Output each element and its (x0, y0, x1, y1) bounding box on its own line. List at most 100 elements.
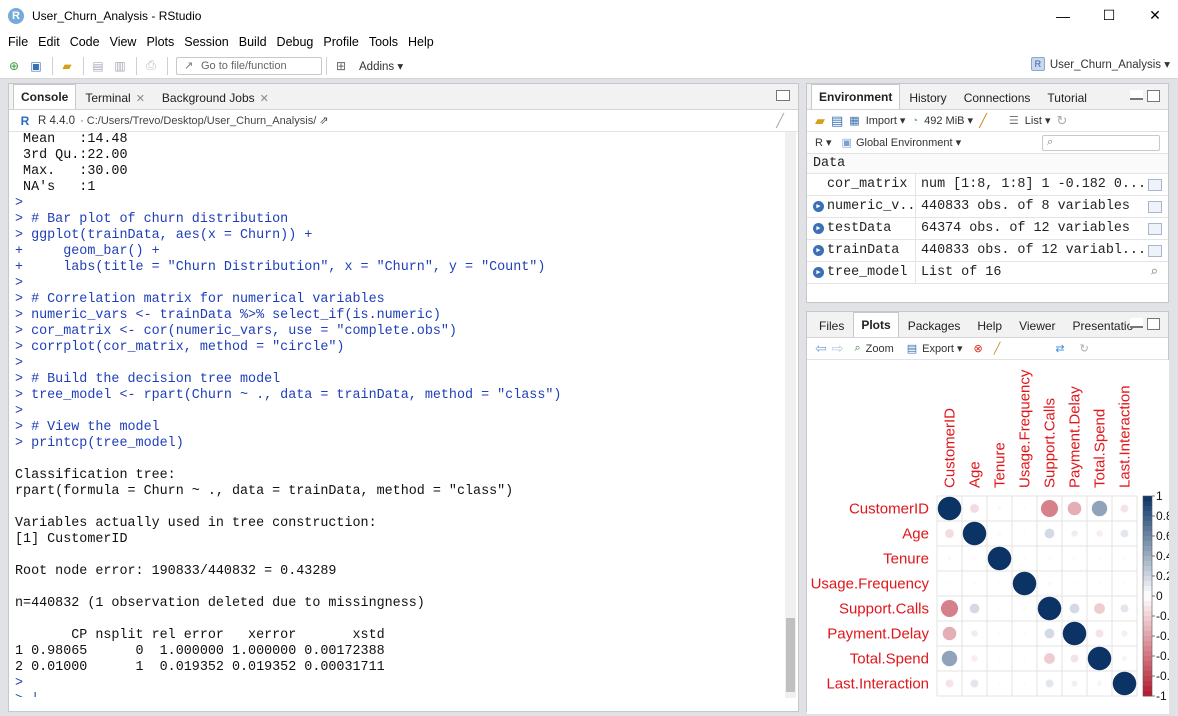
publish-icon[interactable]: ⇄ (1055, 342, 1064, 355)
zoom-button[interactable]: Zoom (866, 343, 894, 355)
tab-label: Connections (963, 91, 1031, 105)
tab-tutorial[interactable]: Tutorial (1039, 86, 1095, 109)
new-file-icon[interactable]: ⊕ (4, 57, 24, 75)
tab-background-jobs[interactable]: Background Jobs ✕ (154, 86, 277, 109)
broom-icon[interactable]: ╱ (994, 342, 1001, 355)
environment-row[interactable]: ▶ testData 64374 obs. of 12 variables (807, 217, 1168, 240)
goto-file-input[interactable]: Go to file/function (176, 56, 322, 75)
tab-help[interactable]: Help (969, 314, 1010, 337)
variable-value: List of 16 (921, 265, 1002, 280)
print-icon[interactable]: ⎙ (141, 57, 161, 75)
tab-history[interactable]: History (901, 86, 954, 109)
pane-layout-icon[interactable]: ⊞ (331, 57, 351, 75)
environment-row[interactable]: ▶ trainData 440833 obs. of 12 variabl... (807, 239, 1168, 262)
console-line: NA's :1 (15, 180, 96, 195)
menu-code[interactable]: Code (66, 35, 104, 49)
console-scrollbar[interactable] (785, 132, 796, 698)
minimize-button[interactable]: — (1040, 0, 1086, 31)
refresh-icon[interactable]: ↻ (1080, 342, 1089, 355)
column-label: Age (967, 461, 984, 488)
correlation-circle (937, 496, 962, 521)
close-tab-icon[interactable]: ✕ (260, 92, 269, 105)
addins-dropdown[interactable]: Addins ▾ (359, 59, 403, 73)
close-button[interactable]: ✕ (1132, 0, 1178, 31)
zoom-icon: ⌕ (854, 342, 861, 354)
expand-icon[interactable]: ▶ (813, 245, 824, 256)
tab-files[interactable]: Files (811, 314, 852, 337)
correlation-circle (997, 631, 1002, 636)
remove-plot-icon[interactable]: ⊗ (974, 342, 983, 355)
window-title: User_Churn_Analysis - RStudio (32, 8, 202, 23)
magnifier-icon[interactable]: ⌕ (1150, 265, 1158, 281)
previous-plot-icon[interactable]: ⇦ (815, 340, 827, 357)
save-all-icon[interactable]: ▥ (110, 57, 130, 75)
tab-console[interactable]: Console (13, 84, 77, 109)
maximize-pane-icon[interactable] (1147, 90, 1160, 102)
tab-environment[interactable]: Environment (811, 84, 901, 109)
save-workspace-icon[interactable]: ▤ (831, 113, 843, 129)
environment-row[interactable]: cor_matrix num [1:8, 1:8] 1 -0.182 0... (807, 173, 1168, 196)
colorbar-segment (1143, 626, 1152, 632)
scope-dropdown[interactable]: Global Environment ▾ (856, 136, 961, 149)
view-data-grid-icon[interactable] (1148, 222, 1162, 235)
environment-search-input[interactable]: ⌕ (1042, 135, 1160, 151)
menu-edit[interactable]: Edit (34, 35, 64, 49)
tab-viewer[interactable]: Viewer (1011, 314, 1063, 337)
maximize-button[interactable]: ☐ (1086, 0, 1132, 31)
project-selector[interactable]: R User_Churn_Analysis ▾ (1030, 57, 1170, 71)
toolbar-separator (326, 56, 327, 75)
correlation-circle (1044, 653, 1055, 664)
minimize-pane-icon[interactable] (1130, 90, 1143, 100)
environment-row[interactable]: ▶ tree_model List of 16 ⌕ (807, 261, 1168, 284)
colorbar-tick-label: 0.4 (1156, 549, 1169, 563)
view-mode-dropdown[interactable]: List ▾ (1025, 114, 1051, 127)
maximize-pane-icon[interactable] (1147, 318, 1160, 330)
menu-help[interactable]: Help (404, 35, 438, 49)
tab-connections[interactable]: Connections (956, 86, 1039, 109)
menu-debug[interactable]: Debug (273, 35, 318, 49)
export-dropdown[interactable]: Export ▾ (922, 342, 962, 355)
memory-usage[interactable]: 492 MiB ▾ (924, 114, 973, 127)
view-data-grid-icon[interactable] (1148, 200, 1162, 213)
broom-icon[interactable]: ╱ (979, 113, 987, 129)
tab-terminal[interactable]: Terminal ✕ (77, 86, 153, 109)
view-data-grid-icon[interactable] (1148, 244, 1162, 257)
tab-packages[interactable]: Packages (900, 314, 969, 337)
menu-profile[interactable]: Profile (319, 35, 362, 49)
open-folder-icon[interactable]: ▰ (57, 57, 77, 75)
tab-plots[interactable]: Plots (853, 312, 899, 337)
environment-toolbar: ▰ ▤ ▦ Import ▾ ◔ 492 MiB ▾ ╱ ☰ List ▾ ↻ (807, 110, 1168, 132)
colorbar-segment (1143, 561, 1152, 567)
menu-plots[interactable]: Plots (142, 35, 178, 49)
language-dropdown[interactable]: R ▾ (815, 136, 832, 149)
toolbar-separator (83, 56, 84, 75)
minimize-pane-icon[interactable] (1130, 318, 1143, 328)
tab-label: Packages (907, 319, 961, 333)
new-project-icon[interactable]: ▣ (26, 57, 46, 75)
view-data-grid-icon[interactable] (1148, 178, 1162, 191)
close-tab-icon[interactable]: ✕ (136, 92, 145, 105)
load-workspace-icon[interactable]: ▰ (815, 113, 825, 129)
correlation-circle (1044, 528, 1055, 539)
menu-tools[interactable]: Tools (365, 35, 402, 49)
menu-view[interactable]: View (106, 35, 141, 49)
environment-row[interactable]: ▶ numeric_v... 440833 obs. of 8 variables (807, 195, 1168, 218)
expand-icon[interactable]: ▶ (813, 223, 824, 234)
console-output[interactable]: Mean :14.48 3rd Qu.:22.00 Max. :30.00 NA… (15, 132, 787, 697)
next-plot-icon[interactable]: ⇨ (832, 340, 844, 357)
menu-session[interactable]: Session (180, 35, 232, 49)
clear-console-icon[interactable]: ╱ (776, 113, 784, 129)
scrollbar-thumb[interactable] (786, 618, 795, 692)
save-icon[interactable]: ▤ (88, 57, 108, 75)
refresh-icon[interactable]: ↻ (1056, 113, 1067, 129)
restore-pane-icon[interactable] (776, 90, 790, 101)
correlation-circle (962, 521, 987, 546)
menu-file[interactable]: File (4, 35, 32, 49)
colorbar-segment (1143, 506, 1152, 512)
menu-build[interactable]: Build (235, 35, 271, 49)
expand-icon[interactable]: ▶ (813, 201, 824, 212)
import-dataset-button[interactable]: Import ▾ (866, 114, 906, 127)
working-directory[interactable]: · C:/Users/Trevo/Desktop/User_Churn_Anal… (80, 114, 328, 127)
variable-name: tree_model (827, 265, 908, 280)
expand-icon[interactable]: ▶ (813, 267, 824, 278)
